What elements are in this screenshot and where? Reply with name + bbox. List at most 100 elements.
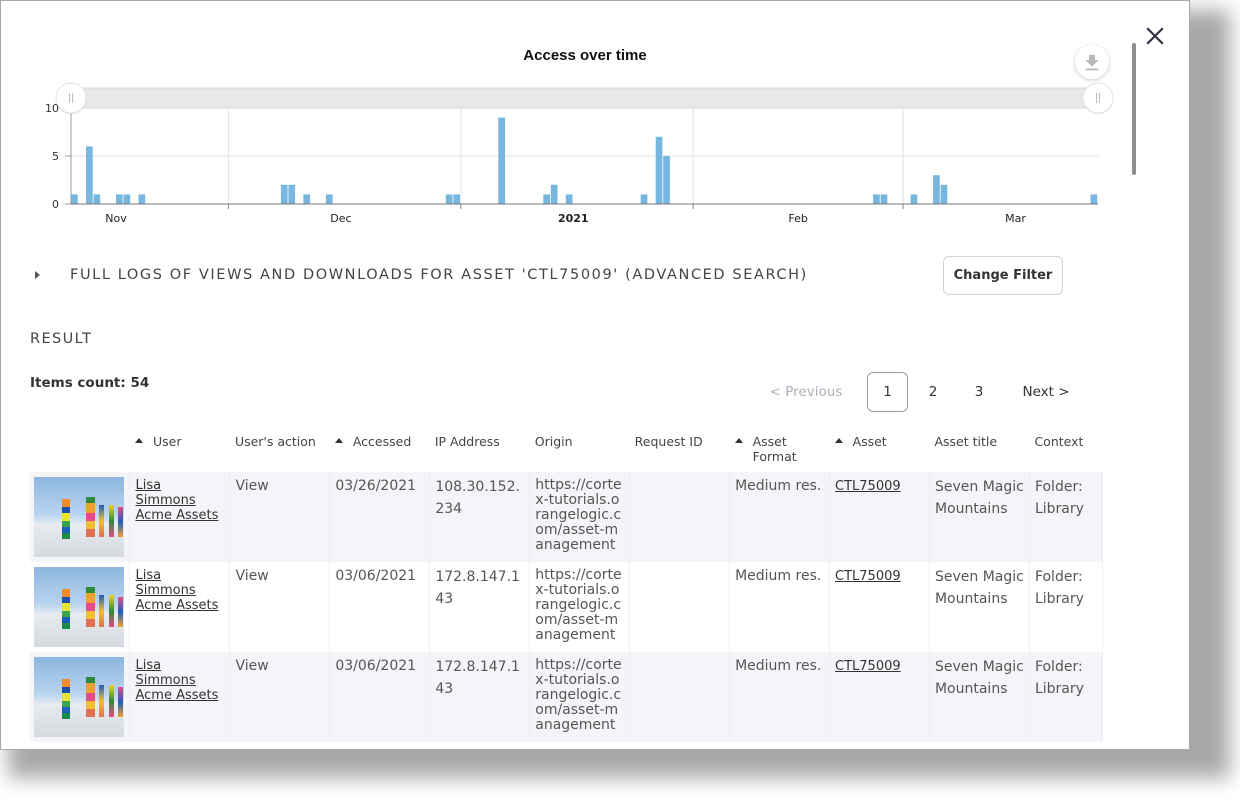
access-log-modal: Access over time 0 5 10 Nov Dec 2021 Feb Mar FU… xyxy=(0,0,1190,750)
user-org-link[interactable]: Acme Assets xyxy=(135,508,224,523)
asset-link[interactable]: CTL75009 xyxy=(835,569,901,584)
range-selector-track xyxy=(70,87,1099,109)
column-header-users-action: User's action xyxy=(234,434,316,449)
column-header-origin: Origin xyxy=(534,434,573,449)
asset-title-cell: Seven Magic Mountains xyxy=(929,652,1030,742)
asset-thumbnail[interactable] xyxy=(34,477,124,557)
previous-page-button[interactable]: < Previous xyxy=(761,372,851,412)
page-3-button[interactable]: 3 xyxy=(959,372,999,412)
user-org-link[interactable]: Acme Assets xyxy=(135,688,224,703)
asset-thumbnail[interactable] xyxy=(34,567,124,647)
thumbnail-cell xyxy=(30,652,131,742)
asset-title-cell: Seven Magic Mountains xyxy=(929,472,1030,562)
column-header-user[interactable]: User xyxy=(130,426,230,472)
user-cell: Lisa Simmons Acme Assets xyxy=(129,472,231,562)
y-tick-label: 5 xyxy=(52,150,59,163)
download-chart-button[interactable] xyxy=(1075,45,1109,79)
bar xyxy=(880,194,888,204)
bar xyxy=(445,194,453,204)
request-id-cell xyxy=(629,562,731,652)
column-header-asset[interactable]: Asset xyxy=(830,426,930,472)
table-header-row: User User's action Accessed IP Address O… xyxy=(30,426,1103,472)
handle-knob xyxy=(1082,82,1114,114)
bar xyxy=(933,175,940,204)
chart-title: Access over time xyxy=(523,47,647,64)
sort-asc-icon[interactable] xyxy=(334,438,343,443)
bar xyxy=(116,194,123,204)
user-name-link[interactable]: Lisa Simmons xyxy=(135,658,224,688)
table-row[interactable]: Lisa Simmons Acme Assets View 03/26/2021… xyxy=(30,472,1104,562)
ip-address-cell: 172.8.147.143 xyxy=(429,652,531,742)
sort-asc-icon[interactable] xyxy=(734,438,743,443)
expand-caret-icon[interactable] xyxy=(35,271,40,279)
column-header-asset-title: Asset title xyxy=(934,434,998,449)
request-id-cell xyxy=(629,472,731,562)
bar xyxy=(93,194,101,204)
range-end-handle[interactable] xyxy=(1082,82,1114,115)
handle-knob xyxy=(55,82,87,114)
pagination: < Previous 1 2 3 Next > xyxy=(761,372,1081,412)
change-filter-button[interactable]: Change Filter xyxy=(943,256,1063,295)
accessed-cell: 03/26/2021 xyxy=(329,472,431,562)
asset-link[interactable]: CTL75009 xyxy=(835,479,901,494)
bar xyxy=(71,194,78,204)
close-button[interactable] xyxy=(1144,25,1166,47)
sort-asc-icon[interactable] xyxy=(134,438,143,443)
bar xyxy=(1090,194,1098,204)
action-cell: View xyxy=(229,472,331,562)
x-tick-label: Nov xyxy=(105,212,127,225)
column-header-request-id: Request ID xyxy=(634,434,703,449)
asset-link[interactable]: CTL75009 xyxy=(835,659,901,674)
range-start-handle[interactable] xyxy=(55,82,87,115)
bar xyxy=(910,194,918,204)
column-header-thumbnail xyxy=(30,426,130,472)
table-row[interactable]: Lisa Simmons Acme Assets View 03/06/2021… xyxy=(30,652,1104,742)
logs-section-header[interactable]: FULL LOGS OF VIEWS AND DOWNLOADS FOR ASS… xyxy=(31,263,1071,293)
x-tick-label: Feb xyxy=(788,212,807,225)
column-header-accessed[interactable]: Accessed xyxy=(330,426,430,472)
result-heading: RESULT xyxy=(30,331,93,347)
bar xyxy=(655,136,663,204)
user-cell: Lisa Simmons Acme Assets xyxy=(129,562,231,652)
asset-format-cell: Medium res. xyxy=(729,562,831,652)
asset-thumbnail[interactable] xyxy=(34,657,124,737)
asset-format-cell: Medium res. xyxy=(729,472,831,562)
accessed-cell: 03/06/2021 xyxy=(329,562,431,652)
bar xyxy=(303,194,311,204)
sort-asc-icon[interactable] xyxy=(834,438,843,443)
bar xyxy=(325,194,333,204)
access-over-time-chart: 0510Nov Dec 2021 Feb Mar xyxy=(45,82,1114,225)
page-2-button[interactable]: 2 xyxy=(913,372,953,412)
user-org-link[interactable]: Acme Assets xyxy=(135,598,224,613)
context-cell: Folder: Library xyxy=(1029,652,1104,742)
logs-section-title: FULL LOGS OF VIEWS AND DOWNLOADS FOR ASS… xyxy=(70,267,808,283)
bar xyxy=(138,194,146,204)
column-header-context: Context xyxy=(1034,434,1084,449)
bar xyxy=(288,184,296,204)
table-row[interactable]: Lisa Simmons Acme Assets View 03/06/2021… xyxy=(30,562,1104,652)
asset-cell: CTL75009 xyxy=(829,652,930,742)
origin-cell: https://cortex-tutorials.orangelogic.com… xyxy=(529,562,631,652)
action-cell: View xyxy=(229,652,331,742)
close-icon xyxy=(1146,27,1164,45)
thumbnail-cell xyxy=(30,472,131,562)
ip-address-cell: 108.30.152.234 xyxy=(429,472,531,562)
asset-cell: CTL75009 xyxy=(829,562,930,652)
thumbnail-cell xyxy=(30,562,131,652)
bar xyxy=(663,156,670,204)
page-1-button[interactable]: 1 xyxy=(867,372,908,412)
bar xyxy=(550,184,558,204)
ip-address-cell: 172.8.147.143 xyxy=(429,562,531,652)
x-tick-label: Dec xyxy=(330,212,351,225)
bar xyxy=(565,194,573,204)
y-tick-label: 0 xyxy=(52,198,59,211)
bar xyxy=(543,194,550,204)
column-header-asset-format[interactable]: Asset Format xyxy=(730,426,830,472)
origin-cell: https://cortex-tutorials.orangelogic.com… xyxy=(529,652,631,742)
user-name-link[interactable]: Lisa Simmons xyxy=(135,478,224,508)
user-name-link[interactable]: Lisa Simmons xyxy=(135,568,224,598)
next-page-button[interactable]: Next > xyxy=(1016,372,1076,412)
bar xyxy=(280,184,288,204)
bar xyxy=(940,184,948,204)
bar xyxy=(498,117,505,204)
